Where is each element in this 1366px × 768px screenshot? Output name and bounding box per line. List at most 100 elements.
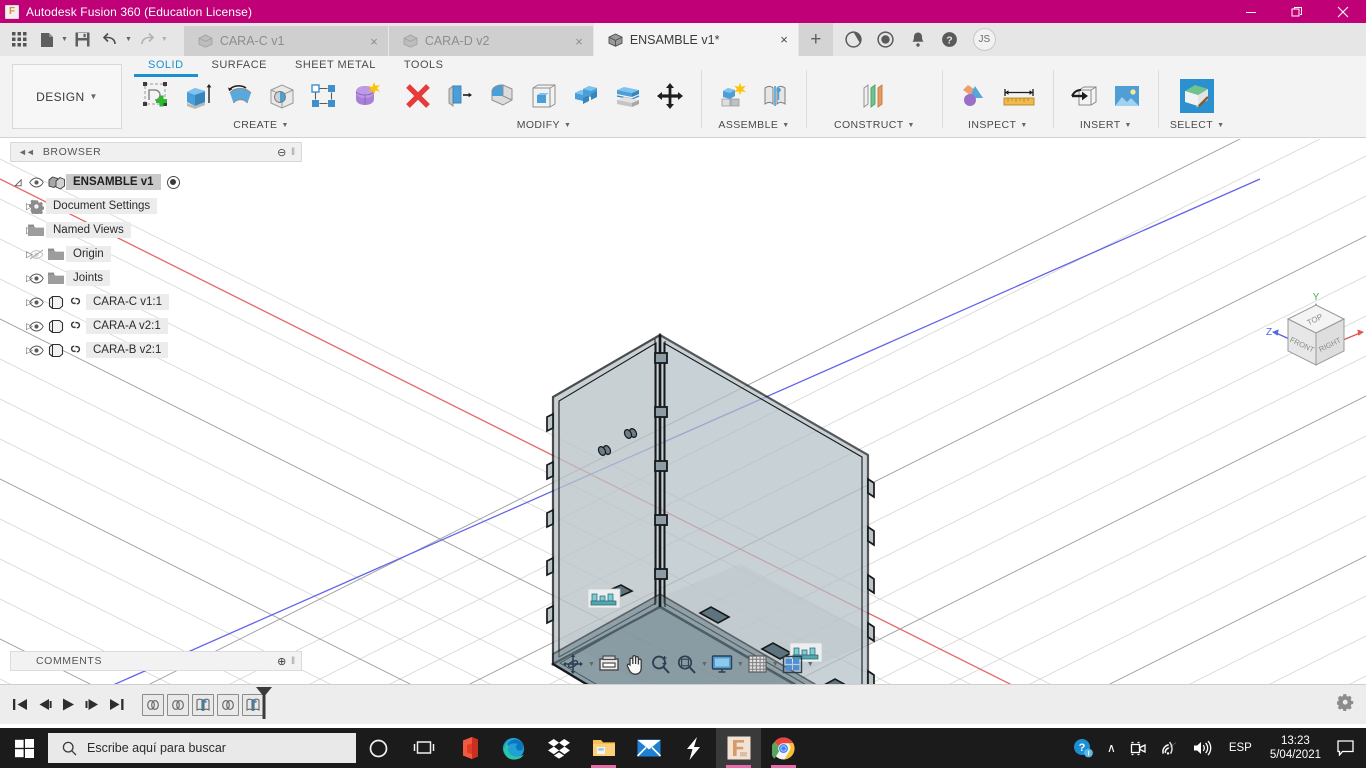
- pan-hand-icon[interactable]: [623, 652, 647, 677]
- timeline-settings-gear[interactable]: [1336, 693, 1354, 716]
- undo-icon[interactable]: [98, 27, 124, 53]
- document-tab-ensamble[interactable]: ENSAMBLE v1* ×: [593, 23, 799, 56]
- fillet-icon[interactable]: [482, 76, 522, 116]
- expand-arrow-icon[interactable]: ◿: [10, 177, 26, 188]
- comments-grip-icon[interactable]: ‖: [291, 656, 297, 667]
- new-component-icon[interactable]: [713, 76, 753, 116]
- close-button[interactable]: [1320, 0, 1366, 23]
- language-indicator[interactable]: ESP: [1219, 742, 1262, 754]
- joint-icon[interactable]: [755, 76, 795, 116]
- tree-item-joints[interactable]: ▷ Joints: [10, 266, 302, 290]
- offset-plane-icon[interactable]: [854, 76, 894, 116]
- document-tab-cara-d[interactable]: CARA-D v2 ×: [388, 26, 594, 56]
- redo-group[interactable]: ▼: [132, 27, 168, 53]
- shell-icon[interactable]: [524, 76, 564, 116]
- offset-face-icon[interactable]: [440, 76, 480, 116]
- tree-item-cara-c[interactable]: ▷ CARA-C v1:1: [10, 290, 302, 314]
- minimize-button[interactable]: [1228, 0, 1274, 23]
- tree-item-cara-b[interactable]: ▷ CARA-B v2:1: [10, 338, 302, 362]
- revolve-icon[interactable]: [220, 76, 260, 116]
- timeline-feature-rigid-joint[interactable]: [217, 693, 239, 716]
- extrude-icon[interactable]: [178, 76, 218, 116]
- insert-derive-icon[interactable]: [1065, 76, 1105, 116]
- wifi-icon[interactable]: [1154, 741, 1186, 756]
- expand-arrow-icon[interactable]: ▷: [10, 249, 33, 260]
- timeline-feature-rigid-joint[interactable]: [142, 693, 164, 716]
- timeline-feature-rigid-joint[interactable]: [167, 693, 189, 716]
- timeline-go-start-button[interactable]: [8, 691, 32, 719]
- show-hidden-icons-chevron[interactable]: ∧: [1100, 741, 1123, 755]
- look-at-icon[interactable]: [596, 652, 622, 676]
- zoom-icon[interactable]: [648, 652, 673, 677]
- document-tab-close-icon[interactable]: ×: [762, 33, 788, 46]
- tab-sheet-metal[interactable]: SHEET METAL: [281, 59, 390, 77]
- timeline-playhead-marker[interactable]: [255, 687, 273, 724]
- document-tab-close-icon[interactable]: ×: [557, 35, 583, 48]
- tab-solid[interactable]: SOLID: [134, 59, 198, 77]
- file-menu-group[interactable]: ▼: [32, 27, 68, 53]
- expand-arrow-icon[interactable]: ▷: [10, 321, 33, 332]
- s-app-icon[interactable]: [671, 728, 716, 768]
- visibility-eye-off-icon[interactable]: [26, 249, 46, 260]
- expand-arrow-icon[interactable]: ▷: [10, 345, 33, 356]
- help-icon[interactable]: ?: [935, 25, 965, 55]
- document-tab-close-icon[interactable]: ×: [352, 35, 378, 48]
- timeline-play-button[interactable]: [56, 691, 80, 719]
- clock[interactable]: 13:23 5/04/2021: [1262, 734, 1329, 762]
- tree-item-document-settings[interactable]: ▷ Document Settings: [10, 194, 302, 218]
- volume-icon[interactable]: [1186, 740, 1219, 756]
- select-icon[interactable]: [1177, 76, 1217, 116]
- viewports-caret-icon[interactable]: ▼: [807, 661, 814, 668]
- support-notification-icon[interactable]: ?: [1066, 738, 1100, 758]
- browser-grip-icon[interactable]: ‖: [291, 147, 297, 158]
- ribbon-panel-label[interactable]: INSPECT ▼: [968, 119, 1028, 131]
- cortana-icon[interactable]: [356, 728, 401, 768]
- form-icon[interactable]: [346, 76, 386, 116]
- dropbox-icon[interactable]: [536, 728, 581, 768]
- timeline-go-end-button[interactable]: [104, 691, 128, 719]
- expand-arrow-icon[interactable]: ▷: [10, 273, 33, 284]
- file-menu-caret-icon[interactable]: ▼: [61, 36, 68, 43]
- file-explorer-icon[interactable]: [581, 728, 626, 768]
- activate-component-radio[interactable]: [166, 175, 180, 189]
- comments-panel-header[interactable]: COMMENTS ⊕ ‖: [10, 651, 302, 671]
- expand-arrow-icon[interactable]: ▷: [10, 297, 33, 308]
- restore-button[interactable]: [1274, 0, 1320, 23]
- ribbon-panel-label[interactable]: CREATE ▼: [233, 119, 289, 131]
- job-status-icon[interactable]: [871, 25, 901, 55]
- office-icon[interactable]: [446, 728, 491, 768]
- undo-group[interactable]: ▼: [96, 27, 132, 53]
- orbit-icon[interactable]: [560, 651, 586, 677]
- timeline-step-forward-button[interactable]: [80, 691, 104, 719]
- tree-item-origin[interactable]: ▷ Origin: [10, 242, 302, 266]
- avatar[interactable]: JS: [972, 28, 996, 51]
- task-view-icon[interactable]: [401, 728, 446, 768]
- tab-surface[interactable]: SURFACE: [198, 59, 281, 77]
- ribbon-panel-label[interactable]: INSERT ▼: [1080, 119, 1132, 131]
- search-input[interactable]: Escribe aquí para buscar: [48, 733, 356, 763]
- ribbon-panel-label[interactable]: MODIFY ▼: [517, 119, 572, 131]
- tree-item-ensamble[interactable]: ◿ ENSAMBLE v1: [10, 170, 302, 194]
- redo-icon[interactable]: [134, 27, 160, 53]
- ribbon-panel-label[interactable]: ASSEMBLE ▼: [718, 119, 789, 131]
- action-center-icon[interactable]: [1329, 740, 1366, 756]
- create-sketch-icon[interactable]: [136, 76, 176, 116]
- new-tab-button[interactable]: +: [798, 23, 833, 56]
- fit-caret-icon[interactable]: ▼: [701, 661, 708, 668]
- workspace-switcher-design[interactable]: DESIGN ▼: [12, 64, 122, 129]
- visibility-eye-icon[interactable]: [26, 176, 46, 188]
- tab-tools[interactable]: TOOLS: [390, 59, 458, 77]
- document-tab-cara-c[interactable]: CARA-C v1 ×: [183, 26, 389, 56]
- expand-arrow-icon[interactable]: ▷: [10, 225, 33, 236]
- ribbon-panel-label[interactable]: SELECT ▼: [1170, 119, 1225, 131]
- visibility-eye-icon[interactable]: [26, 344, 46, 356]
- measure-ruler-icon[interactable]: [996, 76, 1042, 116]
- mail-icon[interactable]: [626, 728, 671, 768]
- combine-icon[interactable]: [566, 76, 606, 116]
- tree-item-cara-a[interactable]: ▷ CARA-A v2:1: [10, 314, 302, 338]
- edge-icon[interactable]: [491, 728, 536, 768]
- sweep-icon[interactable]: [262, 76, 302, 116]
- grid-caret-icon[interactable]: ▼: [772, 661, 779, 668]
- viewports-icon[interactable]: [780, 653, 805, 676]
- expand-arrow-icon[interactable]: ▷: [10, 201, 33, 212]
